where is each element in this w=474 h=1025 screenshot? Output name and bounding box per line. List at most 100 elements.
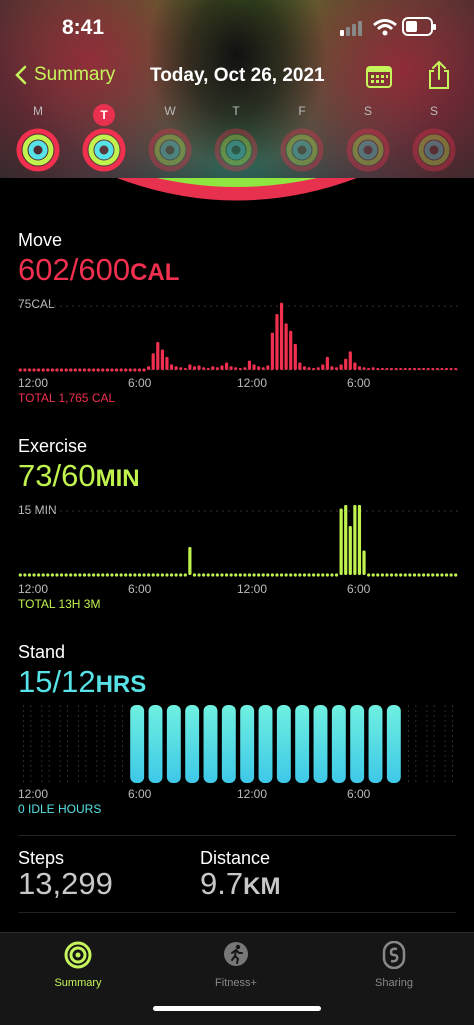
weekday-label[interactable]: T bbox=[216, 104, 256, 118]
chart-point bbox=[37, 573, 41, 577]
chart-bar bbox=[422, 368, 426, 370]
share-icon[interactable] bbox=[427, 60, 451, 90]
divider bbox=[18, 835, 456, 836]
move-axis-tick: 12:00 bbox=[237, 376, 268, 390]
day-activity-ring[interactable] bbox=[214, 128, 258, 172]
chart-point bbox=[160, 573, 164, 577]
chart-point bbox=[422, 573, 426, 577]
move-total: TOTAL 1,765 CAL bbox=[18, 391, 116, 405]
chart-bar bbox=[302, 366, 307, 370]
stand-bar bbox=[130, 705, 145, 783]
chart-bar bbox=[247, 360, 252, 370]
chart-bar bbox=[147, 366, 151, 370]
stand-ring bbox=[160, 140, 180, 160]
chart-bar bbox=[257, 366, 261, 370]
stand-bar bbox=[185, 705, 200, 783]
chart-point bbox=[302, 573, 307, 577]
exercise-unit: MIN bbox=[95, 465, 140, 492]
chart-bar bbox=[179, 367, 183, 370]
stand-axis-tick: 6:00 bbox=[347, 787, 371, 801]
chart-point bbox=[82, 368, 87, 372]
move-axis-tick: 12:00 bbox=[18, 376, 49, 390]
distance-value: 9.7 bbox=[200, 866, 244, 901]
tab-sharing-label: Sharing bbox=[375, 977, 413, 989]
tab-summary[interactable]: Summary bbox=[38, 939, 118, 995]
move-chart bbox=[18, 302, 458, 372]
stand-bar bbox=[350, 705, 365, 783]
chart-point bbox=[179, 573, 183, 577]
chart-bar bbox=[206, 368, 210, 370]
weekday-label[interactable]: M bbox=[18, 104, 58, 118]
sharing-icon bbox=[382, 941, 406, 969]
chart-bar bbox=[440, 368, 444, 370]
day-activity-ring[interactable] bbox=[148, 128, 192, 172]
stand-bar bbox=[313, 705, 328, 783]
day-activity-ring[interactable] bbox=[82, 128, 126, 172]
chart-point bbox=[110, 368, 114, 372]
chart-point bbox=[385, 573, 389, 577]
weekday-label[interactable]: W bbox=[150, 104, 190, 118]
chart-point bbox=[399, 573, 403, 577]
wifi-icon bbox=[373, 19, 397, 36]
move-title: Move bbox=[18, 230, 63, 250]
chart-point bbox=[23, 368, 27, 372]
tab-summary-label: Summary bbox=[54, 977, 102, 989]
chart-point bbox=[105, 368, 109, 372]
chart-point bbox=[101, 573, 105, 577]
chart-bar bbox=[261, 367, 265, 370]
stand-chart bbox=[23, 705, 453, 783]
day-activity-ring[interactable] bbox=[412, 128, 456, 172]
back-button[interactable]: Summary bbox=[14, 64, 115, 86]
chart-point bbox=[41, 573, 45, 577]
chart-point bbox=[444, 573, 449, 577]
chart-point bbox=[37, 368, 41, 372]
chart-point bbox=[110, 573, 114, 577]
weekday-text: M bbox=[33, 104, 43, 118]
chart-bar bbox=[417, 368, 421, 370]
move-value: 602/600 bbox=[18, 252, 131, 287]
chart-bar bbox=[371, 367, 375, 370]
chart-bar bbox=[399, 368, 403, 370]
page-title: Today, Oct 26, 2021 bbox=[150, 65, 325, 86]
chart-point bbox=[50, 368, 54, 372]
weekday-label[interactable]: S bbox=[414, 104, 454, 118]
chart-point bbox=[142, 573, 146, 577]
weekday-label[interactable]: F bbox=[282, 104, 322, 118]
calendar-icon[interactable] bbox=[366, 64, 392, 88]
chart-bar bbox=[348, 351, 352, 370]
stand-axis-tick: 6:00 bbox=[128, 787, 152, 801]
chart-point bbox=[431, 573, 435, 577]
exercise-axis-tick: 12:00 bbox=[237, 582, 268, 596]
day-activity-ring[interactable] bbox=[346, 128, 390, 172]
chart-point bbox=[69, 368, 73, 372]
day-activity-ring[interactable] bbox=[16, 128, 60, 172]
chart-point bbox=[376, 573, 380, 577]
stand-bar bbox=[166, 705, 181, 783]
battery-icon bbox=[402, 17, 436, 36]
chart-bar bbox=[243, 367, 247, 370]
weekday-text: S bbox=[363, 104, 372, 118]
chart-point bbox=[307, 573, 311, 577]
chart-point bbox=[128, 573, 132, 577]
chart-bar bbox=[394, 368, 398, 370]
chart-point bbox=[417, 573, 421, 577]
chart-bar bbox=[367, 368, 371, 370]
chart-bar bbox=[224, 362, 229, 370]
chart-bar bbox=[252, 364, 256, 370]
chart-point bbox=[41, 368, 45, 372]
chart-bar bbox=[380, 368, 384, 370]
chart-point bbox=[133, 368, 137, 372]
chart-bar bbox=[353, 505, 357, 575]
tab-fitness-plus[interactable]: Fitness+ bbox=[196, 939, 276, 995]
chart-point bbox=[165, 573, 169, 577]
activity-ring-partial bbox=[117, 178, 357, 201]
day-activity-ring[interactable] bbox=[280, 128, 324, 172]
weekday-label[interactable]: T bbox=[84, 104, 124, 126]
tab-sharing[interactable]: Sharing bbox=[354, 939, 434, 995]
move-axis-tick: 6:00 bbox=[128, 376, 152, 390]
stand-bar bbox=[258, 705, 273, 783]
chart-point bbox=[18, 368, 22, 372]
chart-point bbox=[137, 368, 142, 372]
weekday-label[interactable]: S bbox=[348, 104, 388, 118]
home-indicator[interactable] bbox=[153, 1006, 321, 1011]
